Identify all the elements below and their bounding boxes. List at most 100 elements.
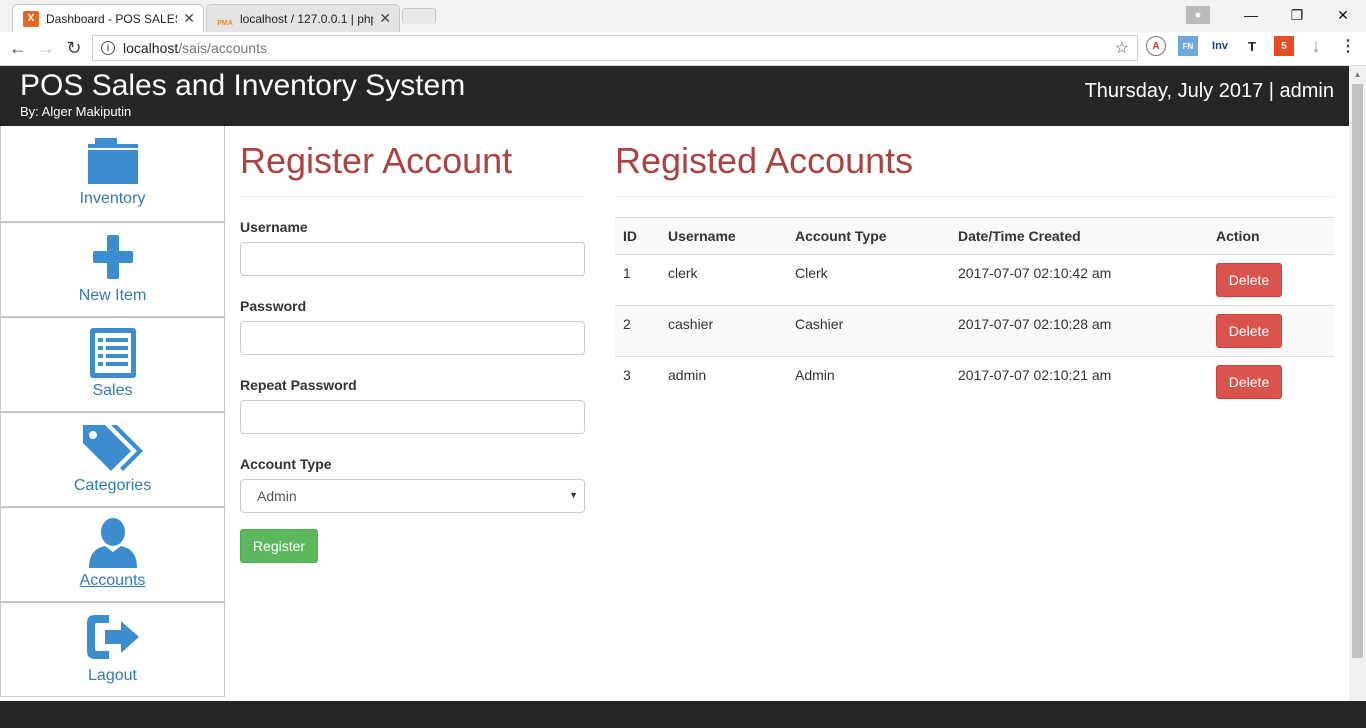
page-footer: [0, 701, 1366, 728]
page-scrollbar[interactable]: ▲: [1349, 66, 1366, 701]
delete-button[interactable]: Delete: [1216, 365, 1282, 399]
sidebar-item-accounts[interactable]: Accounts: [0, 507, 225, 602]
account-type-value: Admin: [257, 488, 297, 504]
extension-t-icon[interactable]: T: [1242, 36, 1262, 56]
cell-action: Delete: [1208, 356, 1334, 408]
close-icon[interactable]: ✕: [379, 10, 391, 27]
date-user-label: Thursday, July 2017 | admin: [1084, 80, 1334, 102]
scroll-thumb[interactable]: [1352, 84, 1363, 658]
browser-tab-dashboard[interactable]: X Dashboard - POS SALES ✕: [12, 4, 204, 32]
cell-action: Delete: [1208, 254, 1334, 306]
tab-title: Dashboard - POS SALES: [46, 11, 178, 26]
register-button[interactable]: Register: [240, 529, 318, 563]
forward-icon[interactable]: →: [32, 38, 60, 59]
sidebar-item-label: Sales: [92, 382, 133, 399]
cell-account-type: Cashier: [787, 305, 950, 357]
cell-date-created: 2017-07-07 02:10:42 am: [950, 254, 1208, 306]
table-row: 2 cashier Cashier 2017-07-07 02:10:28 am…: [615, 305, 1334, 357]
app-subtitle: By: Alger Makiputin: [20, 104, 132, 119]
repeat-password-input[interactable]: [240, 400, 585, 434]
extension-fn-icon[interactable]: FN: [1178, 36, 1198, 56]
table-header-row: ID Username Account Type Date/Time Creat…: [615, 217, 1334, 255]
cell-date-created: 2017-07-07 02:10:28 am: [950, 305, 1208, 357]
column-header-id: ID: [615, 217, 660, 255]
accounts-table: ID Username Account Type Date/Time Creat…: [615, 217, 1334, 408]
cell-account-type: Admin: [787, 356, 950, 408]
extension-icons: A FN Inv T 5 ↓ ⋮: [1146, 36, 1358, 56]
sidebar-item-label: Categories: [73, 477, 152, 494]
sidebar-item-logout[interactable]: Lagout: [0, 602, 225, 697]
profile-icon[interactable]: ●: [1186, 6, 1210, 24]
cell-id: 2: [615, 305, 660, 357]
menu-icon[interactable]: ⋮: [1338, 36, 1358, 56]
folder-icon: [87, 138, 138, 184]
column-header-action: Action: [1208, 217, 1334, 255]
register-panel: Register Account Username Password Repea…: [240, 140, 585, 563]
back-icon[interactable]: ←: [4, 38, 32, 59]
sidebar-item-label: New Item: [78, 287, 147, 304]
register-title: Register Account: [240, 140, 585, 197]
tags-icon: [82, 425, 143, 471]
cell-username: clerk: [660, 254, 787, 306]
reload-icon[interactable]: ↻: [60, 38, 88, 59]
password-input[interactable]: [240, 321, 585, 355]
cell-action: Delete: [1208, 305, 1334, 357]
table-row: 1 clerk Clerk 2017-07-07 02:10:42 am Del…: [615, 254, 1334, 306]
list-icon: [89, 328, 136, 378]
sidebar-item-categories[interactable]: Categories: [0, 412, 225, 507]
cell-username: admin: [660, 356, 787, 408]
close-icon[interactable]: ✕: [183, 10, 195, 27]
extension-inv-icon[interactable]: Inv: [1210, 36, 1230, 56]
extension-a-icon[interactable]: A: [1146, 36, 1166, 56]
scroll-up-icon[interactable]: ▲: [1349, 66, 1366, 83]
sidebar-item-label: Lagout: [88, 667, 137, 684]
delete-button[interactable]: Delete: [1216, 263, 1282, 297]
account-type-label: Account Type: [240, 456, 332, 472]
app-title: POS Sales and Inventory System: [20, 69, 466, 102]
browser-tabstrip: X Dashboard - POS SALES ✕ PMA localhost …: [0, 0, 1366, 32]
restore-icon[interactable]: ❐: [1274, 7, 1320, 24]
cell-account-type: Clerk: [787, 254, 950, 306]
chevron-down-icon: ▼: [569, 490, 578, 500]
user-icon: [88, 518, 137, 568]
html5-icon[interactable]: 5: [1274, 36, 1294, 56]
sidebar-item-sales[interactable]: Sales: [0, 317, 225, 412]
username-input[interactable]: [240, 242, 585, 276]
info-icon[interactable]: i: [101, 41, 115, 55]
column-header-username: Username: [660, 217, 787, 255]
sidebar-item-new-item[interactable]: New Item: [0, 222, 225, 317]
password-label: Password: [240, 298, 307, 314]
phpmyadmin-icon: PMA: [217, 19, 233, 27]
minimize-icon[interactable]: —: [1228, 7, 1274, 23]
new-tab-button[interactable]: [402, 8, 436, 24]
table-row: 3 admin Admin 2017-07-07 02:10:21 am Del…: [615, 356, 1334, 408]
browser-toolbar: ← → ↻ i localhost/sais/accounts ☆ A FN I…: [0, 32, 1366, 66]
delete-button[interactable]: Delete: [1216, 314, 1282, 348]
account-type-select[interactable]: Admin ▼: [240, 479, 585, 513]
accounts-panel: Registed Accounts ID Username Account Ty…: [615, 140, 1334, 408]
logout-icon: [86, 615, 139, 659]
sidebar-item-inventory[interactable]: Inventory: [0, 126, 225, 222]
username-label: Username: [240, 219, 308, 235]
column-header-date-created: Date/Time Created: [950, 217, 1208, 255]
repeat-password-label: Repeat Password: [240, 377, 357, 393]
tab-title: localhost / 127.0.0.1 | php: [240, 11, 374, 26]
column-header-account-type: Account Type: [787, 217, 950, 255]
bookmark-star-icon[interactable]: ☆: [1115, 38, 1129, 58]
address-bar[interactable]: i localhost/sais/accounts ☆: [92, 35, 1138, 61]
url-text: localhost/sais/accounts: [123, 40, 267, 56]
plus-icon: [92, 235, 133, 279]
app-header: POS Sales and Inventory System By: Alger…: [0, 66, 1349, 126]
cell-id: 1: [615, 254, 660, 306]
download-icon[interactable]: ↓: [1306, 36, 1326, 56]
xampp-icon: X: [23, 10, 39, 27]
sidebar-item-label: Accounts: [79, 572, 146, 589]
cell-username: cashier: [660, 305, 787, 357]
close-window-icon[interactable]: ✕: [1320, 7, 1366, 24]
cell-date-created: 2017-07-07 02:10:21 am: [950, 356, 1208, 408]
cell-id: 3: [615, 356, 660, 408]
browser-tab-phpmyadmin[interactable]: PMA localhost / 127.0.0.1 | php ✕: [206, 4, 400, 32]
window-controls: ● — ❐ ✕: [1186, 0, 1366, 30]
sidebar-item-label: Inventory: [79, 190, 146, 207]
accounts-title: Registed Accounts: [615, 140, 1334, 197]
